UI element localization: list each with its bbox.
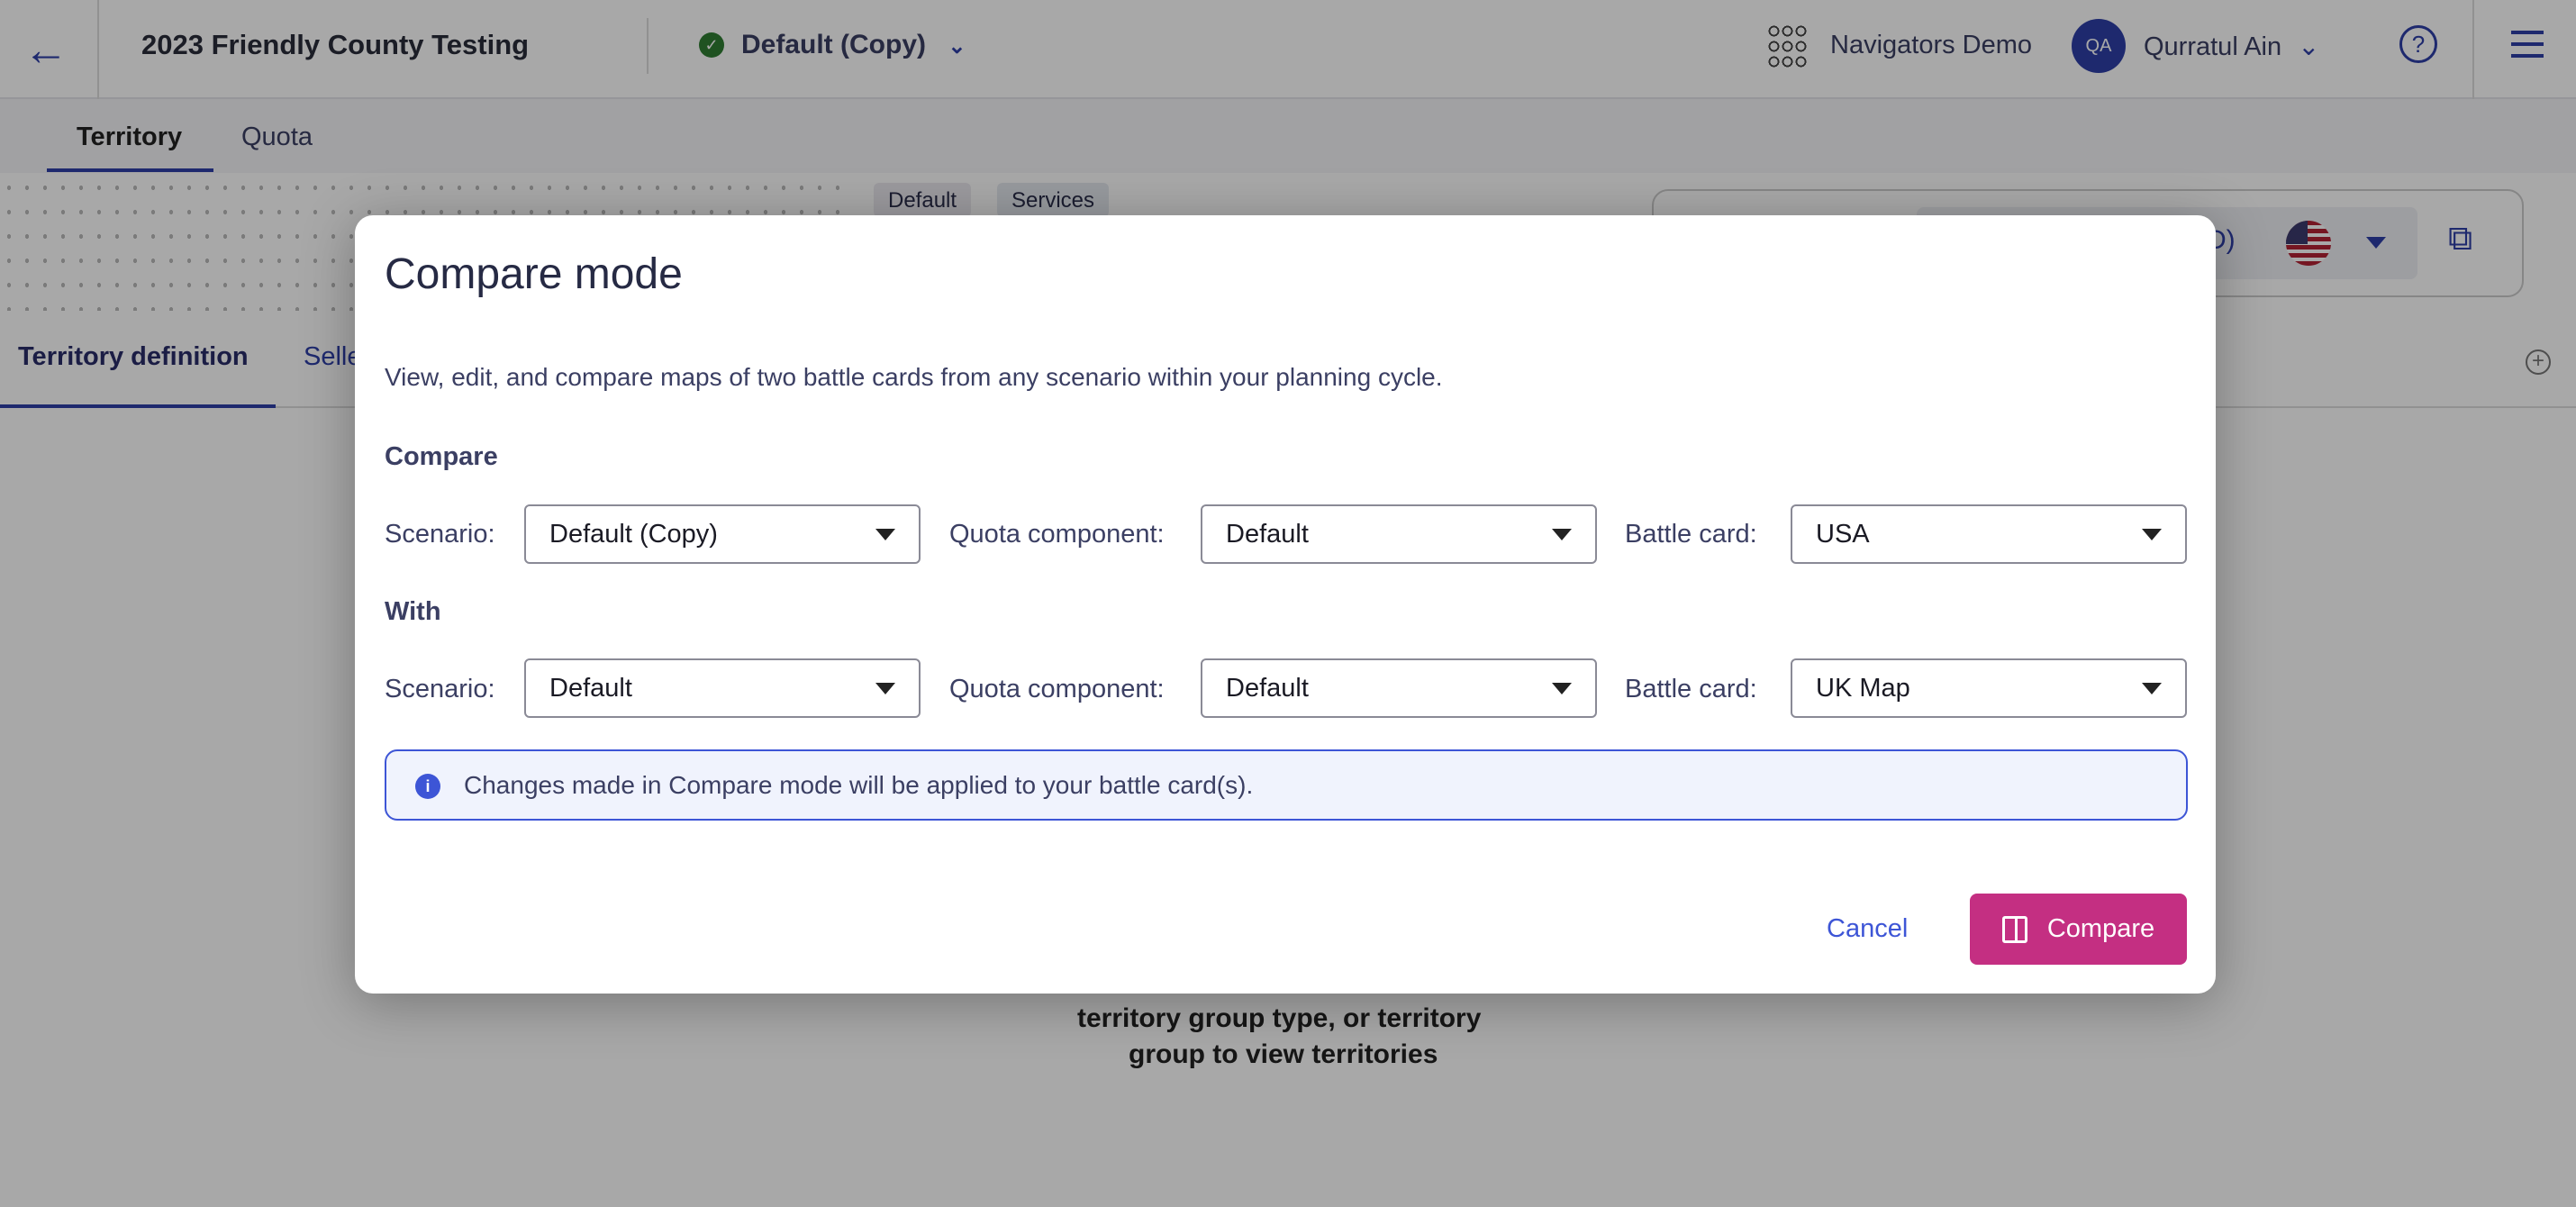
- with-scenario-select[interactable]: Default: [524, 658, 921, 718]
- dialog-description: View, edit, and compare maps of two batt…: [385, 363, 1443, 391]
- compare-icon: [2001, 915, 2027, 943]
- caret-down-icon: [1552, 682, 1572, 694]
- compare-button[interactable]: Compare: [1970, 894, 2187, 965]
- with-section-label: With: [385, 597, 441, 626]
- select-value: USA: [1816, 519, 1870, 549]
- dialog-title: Compare mode: [385, 250, 683, 298]
- info-text: Changes made in Compare mode will be app…: [464, 771, 1254, 799]
- select-value: Default (Copy): [549, 519, 718, 549]
- select-value: Default: [1226, 673, 1309, 703]
- compare-mode-dialog: Compare mode View, edit, and compare map…: [355, 215, 2216, 994]
- compare-button-label: Compare: [2046, 914, 2155, 943]
- select-value: Default: [1226, 519, 1309, 549]
- info-icon: i: [415, 774, 440, 799]
- with-battlecard-select[interactable]: UK Map: [1791, 658, 2187, 718]
- caret-down-icon: [2142, 682, 2162, 694]
- select-value: Default: [549, 673, 632, 703]
- compare-section-label: Compare: [385, 442, 498, 471]
- scenario-label: Scenario:: [385, 675, 495, 703]
- scenario-label: Scenario:: [385, 520, 495, 549]
- with-quota-select[interactable]: Default: [1201, 658, 1597, 718]
- quota-component-label: Quota component:: [949, 675, 1165, 703]
- caret-down-icon: [2142, 528, 2162, 540]
- select-value: UK Map: [1816, 673, 1910, 703]
- battle-card-label: Battle card:: [1625, 675, 1757, 703]
- compare-scenario-select[interactable]: Default (Copy): [524, 504, 921, 564]
- caret-down-icon: [875, 528, 895, 540]
- compare-battlecard-select[interactable]: USA: [1791, 504, 2187, 564]
- compare-quota-select[interactable]: Default: [1201, 504, 1597, 564]
- caret-down-icon: [1552, 528, 1572, 540]
- quota-component-label: Quota component:: [949, 520, 1165, 549]
- battle-card-label: Battle card:: [1625, 520, 1757, 549]
- info-callout: i Changes made in Compare mode will be a…: [385, 749, 2188, 821]
- caret-down-icon: [875, 682, 895, 694]
- cancel-button[interactable]: Cancel: [1827, 914, 1908, 944]
